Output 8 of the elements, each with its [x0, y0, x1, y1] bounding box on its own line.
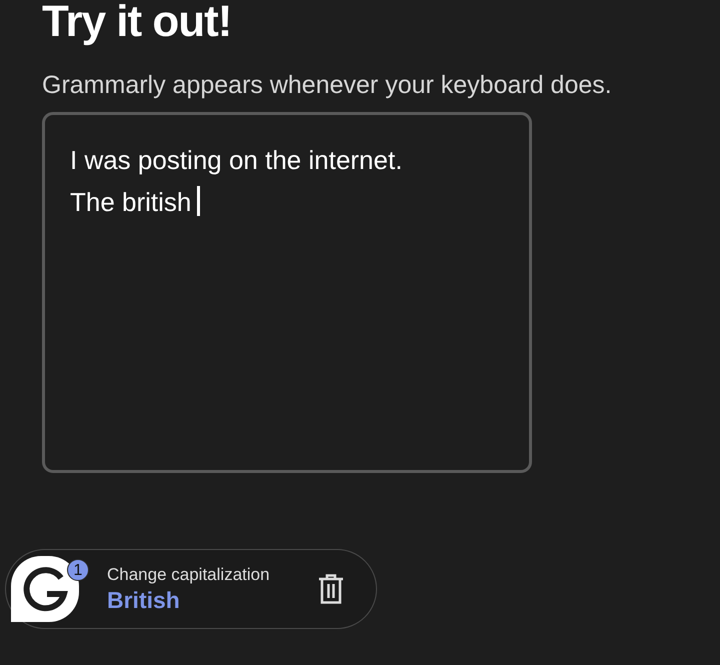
- suggestion-card[interactable]: 1 Change capitalization British: [5, 549, 377, 629]
- text-area[interactable]: I was posting on the internet. The british: [42, 112, 532, 473]
- count-badge: 1: [67, 559, 89, 581]
- suggestion-label: Change capitalization: [107, 564, 271, 584]
- suggestion-replacement[interactable]: British: [107, 586, 318, 614]
- trash-icon[interactable]: [318, 574, 344, 604]
- subtitle: Grammarly appears whenever your keyboard does.: [42, 70, 612, 100]
- page-title: Try it out!: [41, 0, 232, 44]
